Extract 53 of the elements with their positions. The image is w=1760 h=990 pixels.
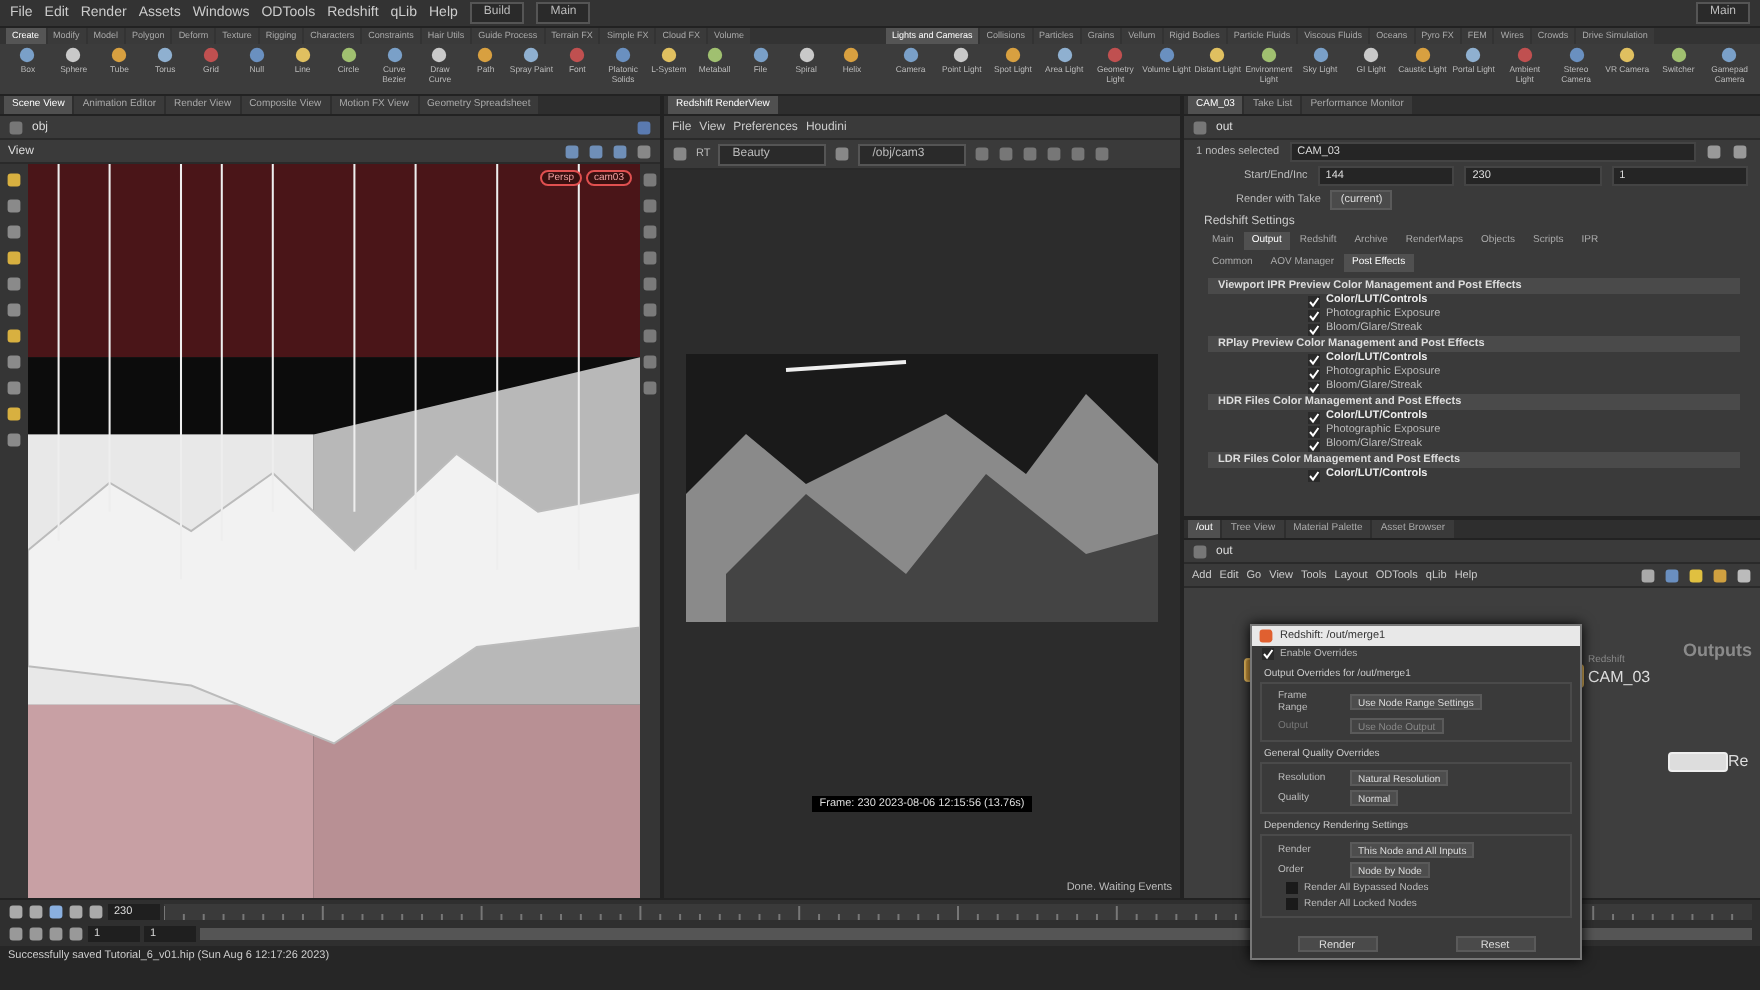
- checkbox[interactable]: [1308, 411, 1320, 423]
- shelf-tool-icon: [247, 46, 266, 64]
- shelf-tool-icon: [1362, 46, 1381, 64]
- checkbox[interactable]: [1308, 323, 1320, 335]
- render-node[interactable]: [1668, 752, 1728, 772]
- shelf-tool-icon: [339, 46, 358, 64]
- network-label: Outputs: [1683, 640, 1752, 660]
- shelf-tool-icon: [842, 46, 861, 64]
- shelf-tool-icon: [952, 46, 971, 64]
- shelf-tool-icon: [1464, 46, 1483, 64]
- shelf-tool-icon: [1618, 46, 1637, 64]
- checkbox[interactable]: [1286, 898, 1298, 910]
- shelf-tool-icon: [614, 46, 633, 64]
- checkbox[interactable]: [1308, 353, 1320, 365]
- checkbox[interactable]: [1308, 425, 1320, 437]
- shelf-tool-icon: [751, 46, 770, 64]
- shelf-tool-icon: [293, 46, 312, 64]
- node-label: Re: [1728, 752, 1749, 770]
- shelf-tool-icon: [522, 46, 541, 64]
- checkbox[interactable]: [1308, 439, 1320, 451]
- checkbox[interactable]: [1286, 882, 1298, 894]
- shelf-tool-icon: [64, 46, 83, 64]
- shelf-tool-icon: [202, 46, 220, 64]
- node-label: CAM_03: [1588, 668, 1651, 686]
- shelf-tool-icon: [1515, 46, 1534, 64]
- shelf-tool-icon: [797, 46, 816, 64]
- shelf-tool-icon: [1208, 46, 1227, 64]
- shelf-tool-icon: [705, 46, 724, 64]
- shelf-tool-icon: [1259, 46, 1278, 64]
- checkbox[interactable]: [1308, 469, 1320, 481]
- shelf-tool-icon: [430, 46, 449, 64]
- shelf-tool-icon: [1311, 46, 1330, 64]
- checkbox[interactable]: [1308, 309, 1320, 321]
- checkbox[interactable]: [1308, 367, 1320, 379]
- checkbox[interactable]: [1308, 295, 1320, 307]
- shelf-tool-icon: [568, 46, 587, 64]
- shelf-tool-icon: [901, 46, 920, 64]
- shelf-tool-icon: [1413, 46, 1432, 64]
- checkbox[interactable]: [1262, 648, 1274, 660]
- shelf-tool-icon: [659, 46, 678, 64]
- shelf-tool-icon: [1003, 46, 1022, 64]
- shelf-tool-icon: [1106, 46, 1125, 64]
- shelf-tool-icon: [1567, 46, 1586, 64]
- shelf-tool-icon: [1720, 46, 1739, 64]
- checkbox[interactable]: [1308, 381, 1320, 393]
- shelf-tool-icon: [110, 46, 129, 64]
- shelf-tool-icon: [385, 46, 404, 64]
- shelf-tool-icon: [1055, 46, 1074, 64]
- shelf-tool-icon: [1669, 46, 1688, 64]
- shelf-tool-icon: [18, 46, 37, 64]
- shelf-tool-icon: [476, 46, 495, 64]
- shelf-tool-icon: [156, 46, 175, 64]
- shelf-tool-icon: [1157, 46, 1176, 64]
